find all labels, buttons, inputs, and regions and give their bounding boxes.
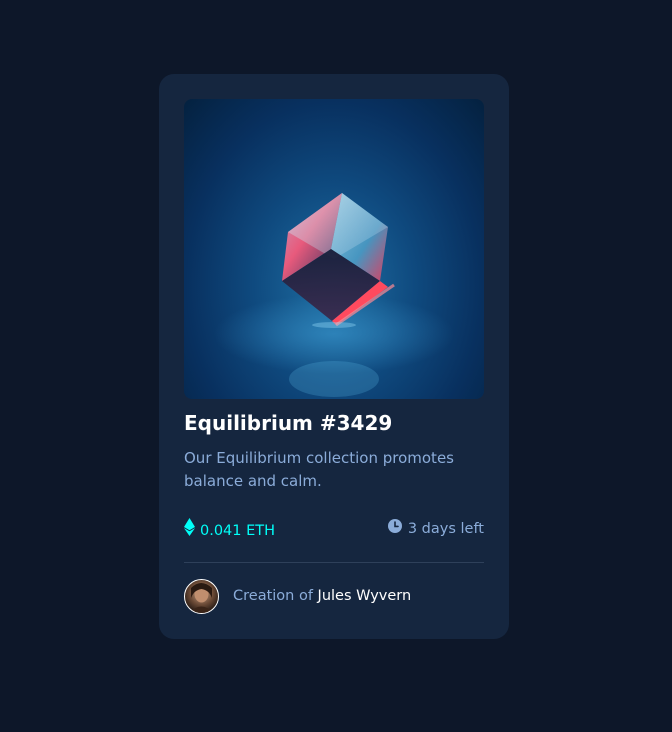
clock-icon bbox=[387, 518, 402, 540]
meta-row: 0.041 ETH 3 days left bbox=[184, 518, 484, 540]
nft-title[interactable]: Equilibrium #3429 bbox=[184, 410, 392, 436]
nft-description: Our Equilibrium collection promotes bala… bbox=[184, 449, 454, 490]
avatar bbox=[184, 578, 219, 614]
creator-attribution: Creation of Jules Wyvern bbox=[233, 588, 411, 604]
time-left-text: 3 days left bbox=[407, 521, 484, 537]
equilibrium-image[interactable] bbox=[184, 99, 484, 399]
creator-prefix: Creation of bbox=[233, 588, 313, 604]
cube-illustration bbox=[214, 193, 454, 397]
divider bbox=[184, 562, 484, 563]
nft-preview-card: Equilibrium #3429 Our Equilibrium collec… bbox=[159, 74, 509, 639]
price-group: 0.041 ETH bbox=[184, 518, 275, 543]
creator-row: Creation of Jules Wyvern bbox=[184, 578, 411, 614]
ethereum-icon bbox=[184, 518, 195, 543]
creator-name-link[interactable]: Jules Wyvern bbox=[318, 588, 412, 604]
time-left-group: 3 days left bbox=[387, 518, 484, 540]
price-value: 0.041 ETH bbox=[200, 522, 276, 539]
